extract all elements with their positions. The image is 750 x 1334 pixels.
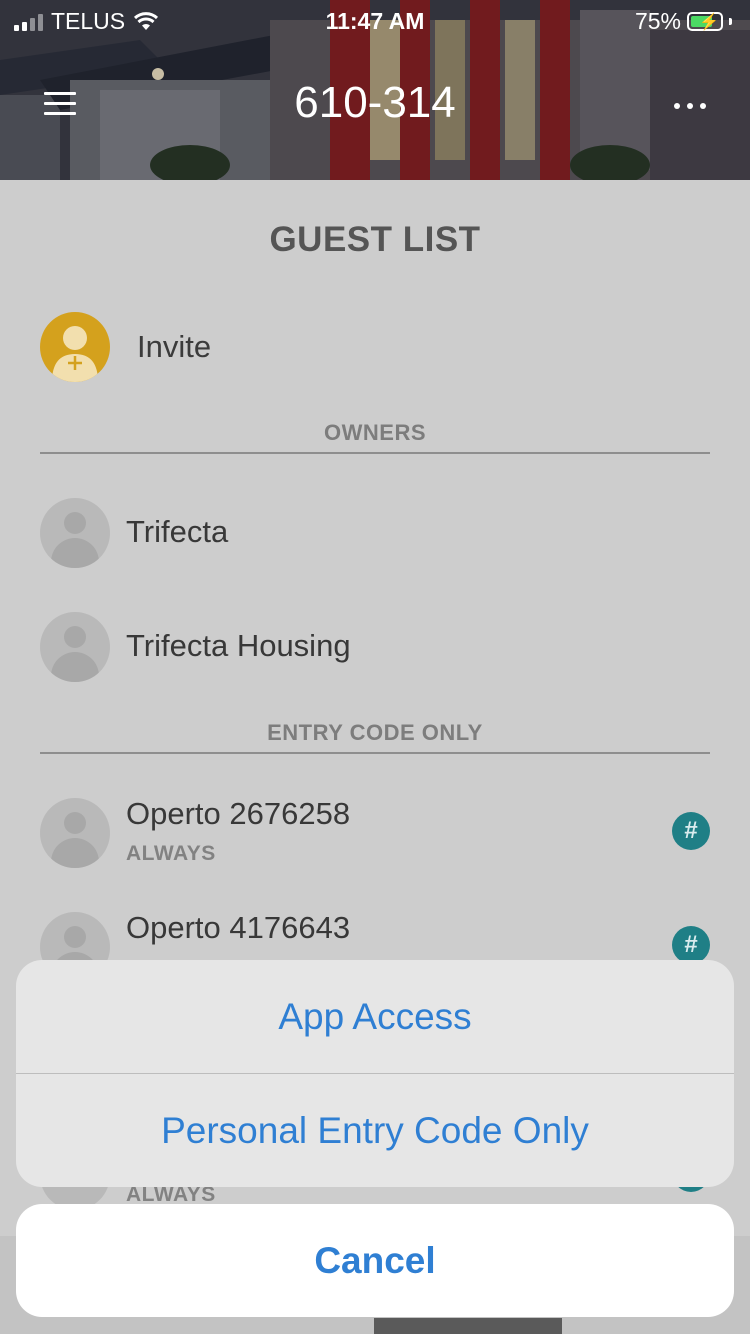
entry-code-icon: # (672, 812, 710, 850)
guest-name: Trifecta Housing (126, 628, 351, 663)
entry-code-icon: # (672, 926, 710, 964)
personal-entry-code-button[interactable]: Personal Entry Code Only (16, 1074, 734, 1187)
guest-name: Operto 2676258 (126, 796, 351, 831)
action-sheet: App Access Personal Entry Code Only (16, 960, 734, 1187)
battery-percent: 75% (634, 8, 681, 34)
cancel-button[interactable]: Cancel (16, 1204, 734, 1317)
battery-icon: ⚡ (687, 12, 723, 31)
header: TELUS 11:47 AM 75% ⚡ 610-314 (0, 0, 750, 180)
avatar (40, 498, 110, 568)
bottom-tab-indicator (374, 1318, 562, 1334)
avatar (40, 798, 110, 868)
add-person-icon (40, 312, 110, 382)
avatar (40, 612, 110, 682)
guest-schedule: ALWAYS (126, 842, 216, 865)
property-title: 610-314 (294, 78, 456, 127)
more-dots-icon[interactable] (674, 103, 706, 109)
invite-label: Invite (137, 329, 212, 364)
page-title: GUEST LIST (269, 220, 481, 259)
list-item[interactable]: Trifecta Housing (40, 612, 710, 682)
section-header-owners: OWNERS (40, 420, 710, 454)
app-access-button[interactable]: App Access (16, 960, 734, 1073)
section-header-entry-code-only: ENTRY CODE ONLY (40, 720, 710, 754)
list-item[interactable]: Trifecta (40, 498, 710, 568)
guest-name: Trifecta (126, 514, 229, 549)
guest-name: Operto 4176643 (126, 910, 351, 945)
list-item[interactable]: Operto 2676258 ALWAYS # (40, 796, 710, 868)
invite-button[interactable]: Invite (40, 312, 211, 382)
status-bar: TELUS 11:47 AM 75% ⚡ (0, 0, 750, 42)
battery-info: 75% ⚡ (635, 8, 732, 35)
